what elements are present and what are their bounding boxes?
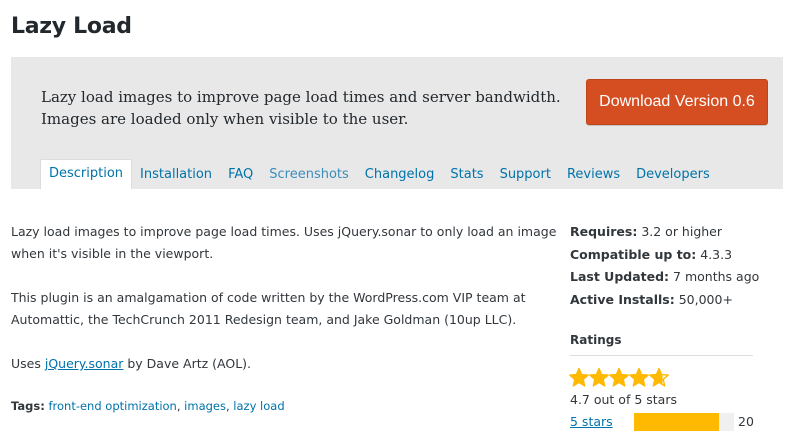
description-paragraph: This plugin is an amalgamation of code w… [11,287,546,331]
tag-link[interactable]: images [184,399,226,413]
meta-compatible: Compatible up to: 4.3.3 [570,244,785,267]
page-title: Lazy Load [11,14,132,39]
meta-label: Requires: [570,224,638,239]
tab-stats[interactable]: Stats [442,161,491,189]
meta-value: 50,000+ [678,291,733,307]
star-icon [589,367,609,387]
meta-label: Active Installs: [570,291,675,307]
plugin-meta: Requires: 3.2 or higher Compatible up to… [570,221,785,311]
meta-requires: Requires: 3.2 or higher [570,221,785,244]
banner-description-line: Images are loaded only when visible to t… [41,110,409,128]
tab-changelog[interactable]: Changelog [357,161,443,189]
tab-reviews[interactable]: Reviews [559,161,628,189]
tab-developers[interactable]: Developers [628,161,718,189]
plugin-description: Lazy load images to improve page load ti… [11,221,557,417]
rating-summary: 4.7 out of 5 stars [570,392,677,407]
description-paragraph: Uses jQuery.sonar by Dave Artz (AOL). [11,353,546,375]
rating-bar-label[interactable]: 5 stars [570,414,613,429]
plugin-tabs: Description Installation FAQ Screenshots… [40,159,718,189]
ratings-divider [570,355,753,356]
tab-faq[interactable]: FAQ [220,161,261,189]
rating-bar-row[interactable]: 5 stars 20 [570,413,770,433]
star-icon [629,367,649,387]
text-line: This plugin is an amalgamation of code w… [11,290,526,305]
meta-value: 3.2 or higher [641,224,723,239]
tab-screenshots[interactable]: Screenshots [261,161,357,189]
ratings-heading: Ratings [570,333,622,347]
text-line: Automattic, the TechCrunch 2011 Redesign… [11,312,517,327]
rating-bar-track [634,413,734,431]
rating-bar-fill [634,413,719,431]
star-icon [649,367,669,387]
tags-list: Tags: front-end optimization, images, la… [11,399,285,413]
text-suffix: by Dave Artz (AOL). [123,356,252,371]
tab-description[interactable]: Description [40,159,133,189]
tab-installation[interactable]: Installation [132,161,220,189]
banner-description: Lazy load images to improve page load ti… [41,86,561,130]
download-button[interactable]: Download Version 0.6 [586,79,768,125]
text-line: Lazy load images to improve page load ti… [11,224,557,239]
tag-link[interactable]: lazy load [233,399,284,413]
description-paragraph: Lazy load images to improve page load ti… [11,221,557,265]
plugin-page: Lazy Load Lazy load images to improve pa… [0,0,808,435]
tags-label: Tags: [11,399,45,413]
meta-value: 7 months ago [673,269,760,284]
text-prefix: Uses [11,356,45,371]
meta-label: Compatible up to: [570,246,697,262]
banner-description-line: Lazy load images to improve page load ti… [41,88,561,106]
star-icon [609,367,629,387]
meta-last-updated: Last Updated: 7 months ago [570,266,785,289]
tag-link[interactable]: front-end optimization [48,399,176,413]
meta-value: 4.3.3 [700,246,733,262]
tab-support[interactable]: Support [492,161,559,189]
plugin-banner: Lazy load images to improve page load ti… [11,57,783,189]
meta-active-installs: Active Installs: 50,000+ [570,289,785,312]
meta-label: Last Updated: [570,269,670,284]
jquery-sonar-link[interactable]: jQuery.sonar [45,356,124,371]
star-rating [569,366,669,388]
star-icon [569,367,589,387]
text-line: when it's visible in the viewport. [11,246,214,261]
rating-bar-count: 20 [738,414,754,429]
